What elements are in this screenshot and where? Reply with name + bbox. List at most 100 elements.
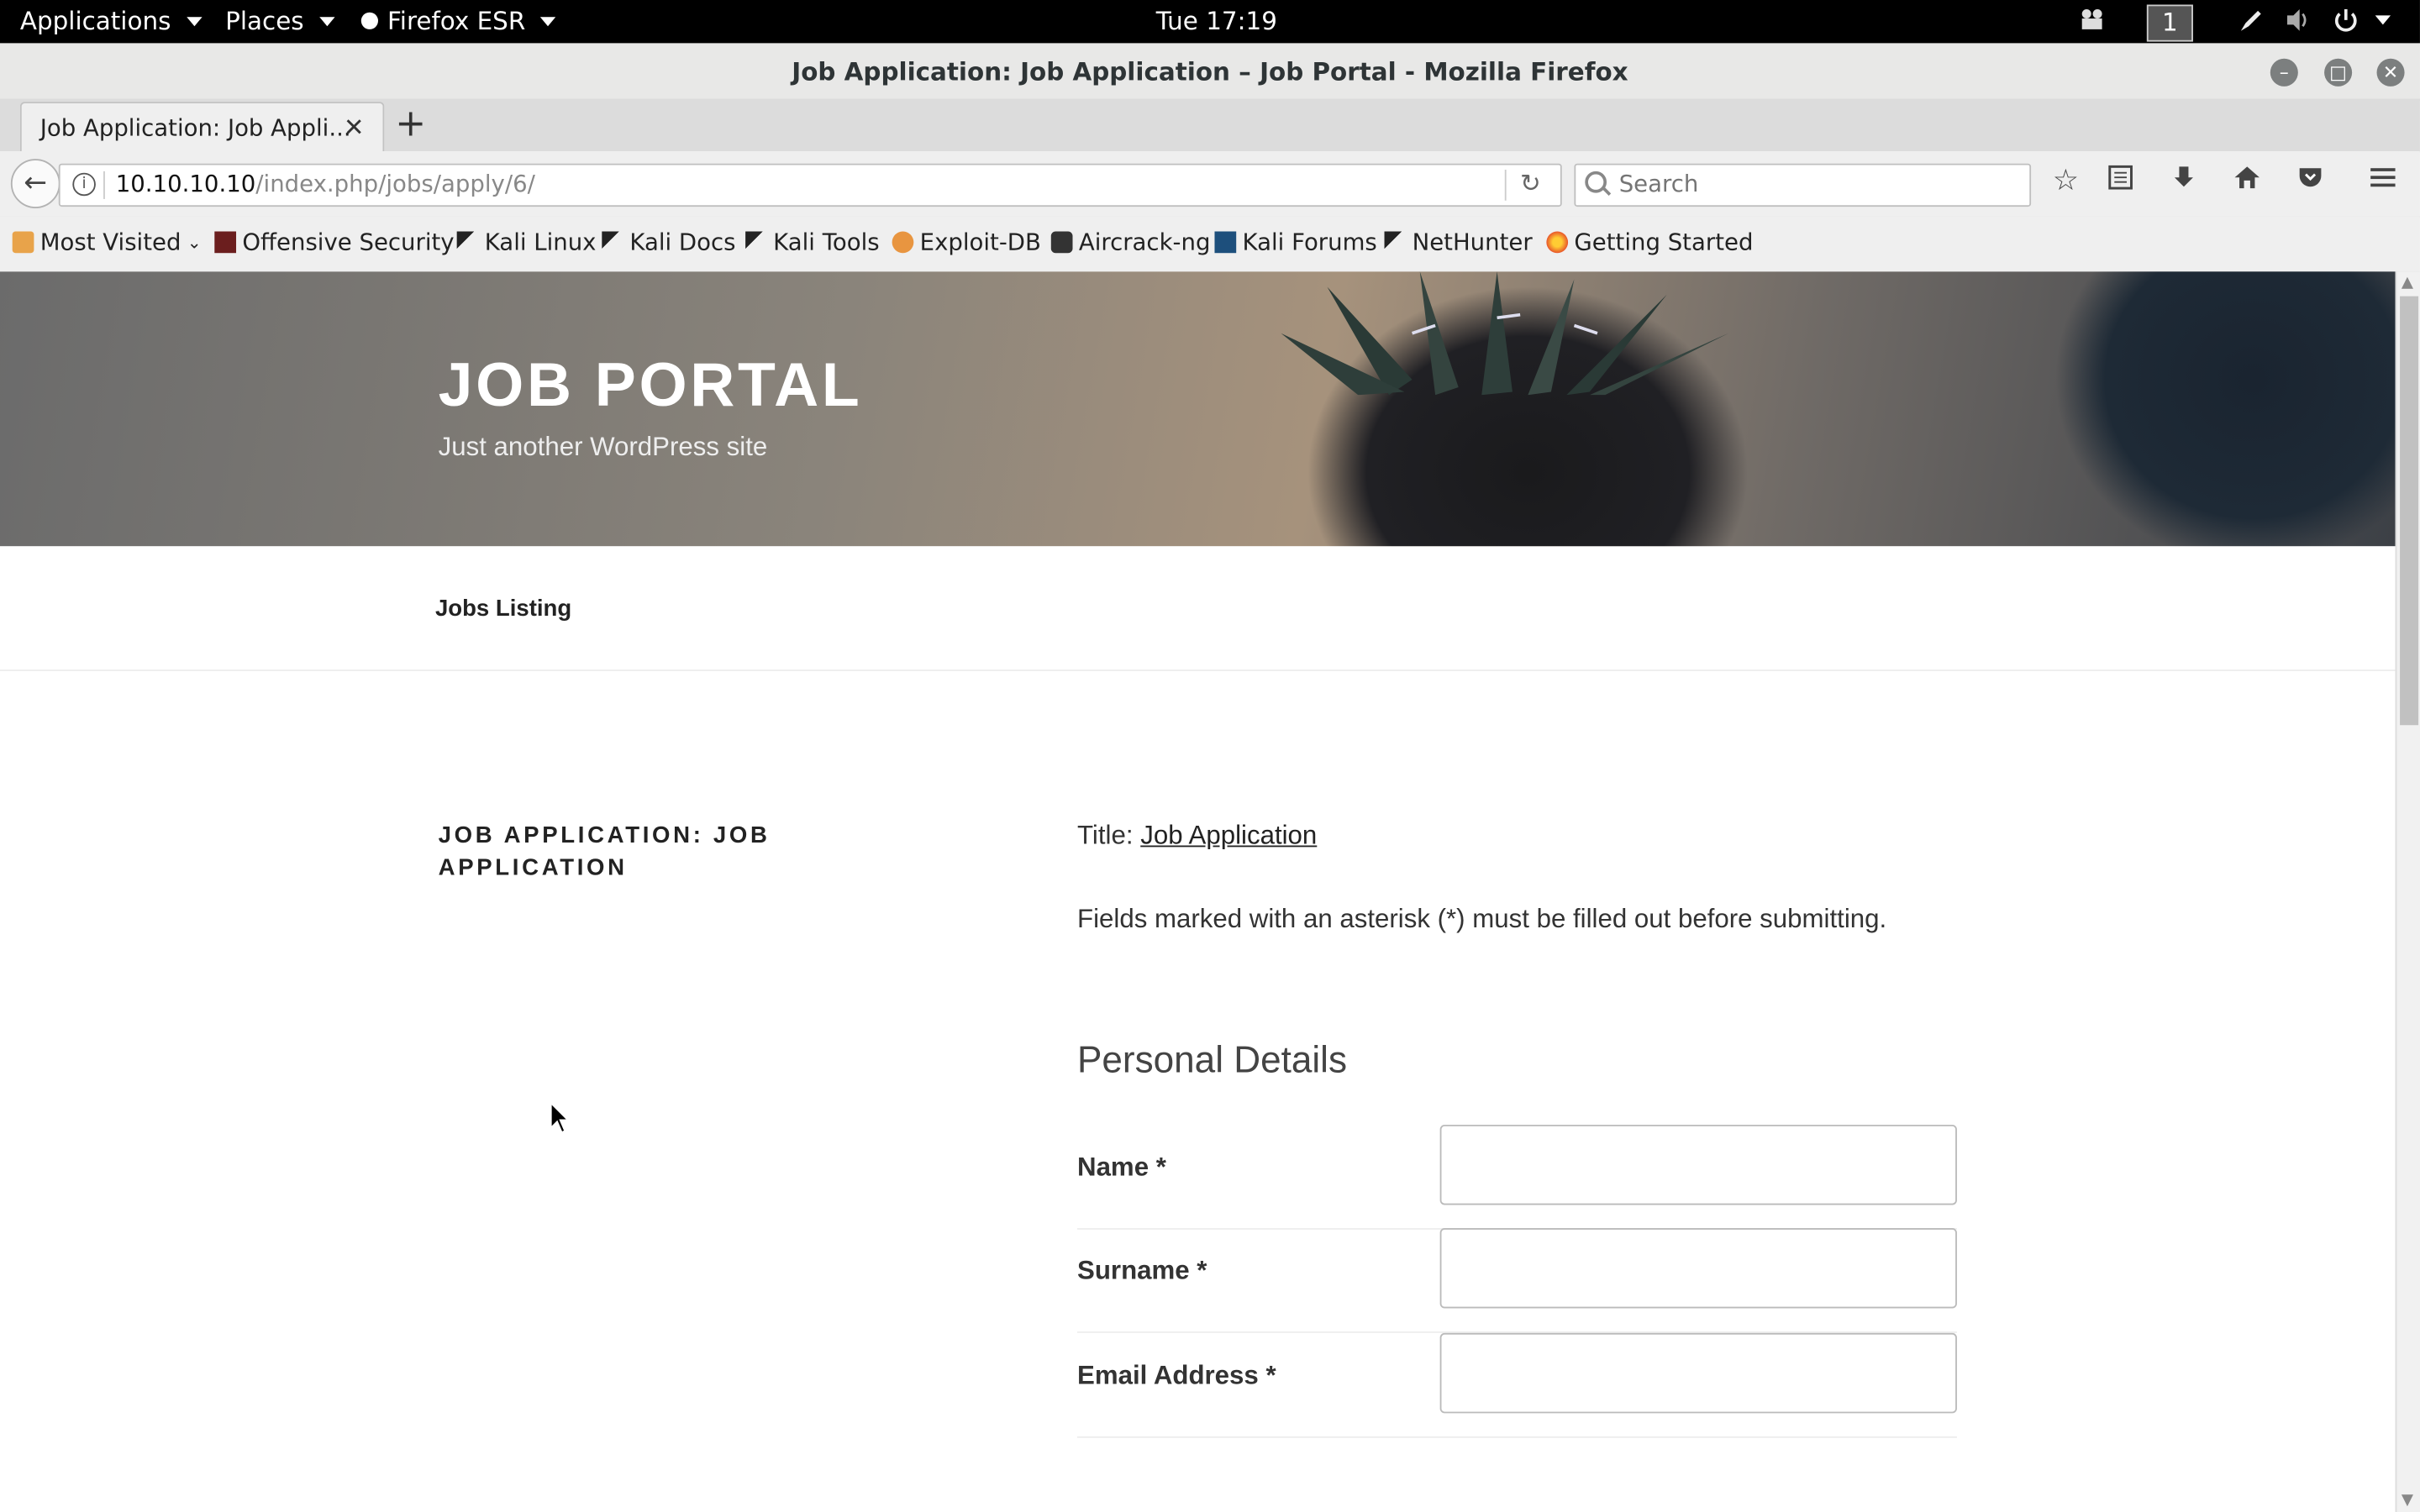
page-scrollbar[interactable]: ▲ ▼ <box>2395 271 2420 1512</box>
bookmark-label: Most Visited <box>39 228 182 256</box>
bookmark-offensive-security[interactable]: Offensive Security <box>214 228 455 256</box>
url-path: /index.php/jobs/apply/6/ <box>255 170 535 198</box>
bookmark-kali-linux[interactable]: Kali Linux <box>456 228 597 256</box>
surname-label: Surname * <box>1077 1256 1207 1285</box>
search-bar[interactable] <box>1574 163 2032 207</box>
chevron-down-icon <box>186 16 203 26</box>
clock-label: Tue 17:19 <box>1155 6 1277 36</box>
chevron-down-icon: ⌄ <box>187 232 202 253</box>
surname-field[interactable] <box>1439 1228 1957 1309</box>
exploitdb-icon <box>892 231 914 254</box>
offsec-icon <box>214 231 237 254</box>
firefox-small-icon <box>360 12 378 29</box>
bookmark-label: Kali Tools <box>773 228 880 256</box>
email-label: Email Address * <box>1077 1360 1276 1390</box>
mouse-cursor <box>550 1101 571 1134</box>
kali-icon <box>1384 231 1407 254</box>
volume-icon[interactable] <box>2284 6 2312 34</box>
window-title: Job Application: Job Application – Job P… <box>792 56 1628 87</box>
scroll-up-icon[interactable]: ▲ <box>2402 275 2413 291</box>
bookmark-aircrack-ng[interactable]: Aircrack-ng <box>1050 228 1211 256</box>
bookmark-nethunter[interactable]: NetHunter <box>1384 228 1533 256</box>
tab-title: Job Application: Job Appli... <box>39 113 351 142</box>
scroll-down-icon[interactable]: ▼ <box>2402 1492 2413 1509</box>
maximize-button[interactable]: □ <box>2324 58 2353 87</box>
bookmark-label: Aircrack-ng <box>1078 228 1211 256</box>
clock[interactable]: Tue 17:19 <box>1156 6 1277 35</box>
bookmark-kali-docs[interactable]: Kali Docs <box>602 228 736 256</box>
pen-icon[interactable] <box>2238 6 2265 34</box>
tab-strip: Job Application: Job Appli... ✕ + <box>0 98 2420 153</box>
applications-menu[interactable]: Applications <box>19 6 203 36</box>
nav-jobs-listing[interactable]: Jobs Listing <box>435 596 571 622</box>
site-description: Just another WordPress site <box>438 432 768 462</box>
search-input[interactable] <box>1616 168 2023 199</box>
email-field[interactable] <box>1439 1332 1957 1414</box>
chevron-down-icon <box>2375 15 2391 25</box>
name-field[interactable] <box>1439 1124 1957 1205</box>
form-row-surname: Surname * <box>1077 1228 1957 1333</box>
aircrack-icon <box>1050 231 1073 254</box>
video-icon[interactable] <box>2077 6 2108 30</box>
new-tab-button[interactable]: + <box>395 102 426 144</box>
kali-icon <box>602 231 624 254</box>
close-tab-icon[interactable]: ✕ <box>344 113 365 142</box>
chevron-down-icon <box>318 16 335 26</box>
power-menu[interactable] <box>2332 6 2391 34</box>
bookmark-kali-forums[interactable]: Kali Forums <box>1214 228 1377 256</box>
header-image: JOB PORTAL Just another WordPress site <box>0 271 2396 547</box>
kali-forums-icon <box>1214 231 1237 254</box>
bookmark-label: Exploit-DB <box>919 228 1041 256</box>
reload-divider <box>1504 170 1507 201</box>
minimize-button[interactable]: – <box>2270 58 2298 87</box>
close-window-button[interactable]: ✕ <box>2376 58 2405 87</box>
kali-icon <box>456 231 479 254</box>
firefox-app-menu[interactable]: Firefox ESR <box>360 6 556 36</box>
download-icon[interactable] <box>2170 164 2197 199</box>
job-title-link[interactable]: Job Application <box>1140 821 1317 850</box>
bookmark-exploit-db[interactable]: Exploit-DB <box>892 228 1041 256</box>
url-divider <box>103 171 105 199</box>
title-prefix: Title: <box>1077 821 1134 851</box>
bookmark-getting-started[interactable]: Getting Started <box>1546 228 1753 256</box>
power-icon <box>2335 9 2357 32</box>
firefox-icon <box>1546 231 1569 254</box>
application-form: Title: Job Application Fields marked wit… <box>1077 821 1957 1438</box>
section-heading: Personal Details <box>1077 1039 1347 1082</box>
bookmark-kali-tools[interactable]: Kali Tools <box>745 228 880 256</box>
home-icon[interactable] <box>2233 164 2261 199</box>
tab-job-application[interactable]: Job Application: Job Appli... ✕ <box>19 102 385 153</box>
reload-icon[interactable]: ↻ <box>1520 168 1541 197</box>
bookmark-star-icon[interactable]: ☆ <box>2053 164 2079 197</box>
pocket-icon[interactable] <box>2296 164 2324 199</box>
chevron-down-icon <box>540 16 556 26</box>
url-text[interactable]: 10.10.10.10/index.php/jobs/apply/6/ <box>116 170 535 197</box>
page-viewport: JOB PORTAL Just another WordPress site J… <box>0 271 2396 1512</box>
url-bar[interactable]: i 10.10.10.10/index.php/jobs/apply/6/ ↻ <box>58 163 1562 207</box>
applications-label: Applications <box>19 6 171 36</box>
places-label: Places <box>225 6 304 36</box>
form-row-email: Email Address * <box>1077 1332 1957 1438</box>
url-host: 10.10.10.10 <box>115 170 256 198</box>
form-row-name: Name * <box>1077 1124 1957 1230</box>
back-button[interactable]: ← <box>10 159 60 208</box>
bookmark-most-visited[interactable]: Most Visited ⌄ <box>12 228 202 256</box>
info-icon[interactable]: i <box>72 172 96 197</box>
hamburger-menu-icon[interactable] <box>2369 164 2396 199</box>
reading-list-icon[interactable] <box>2107 164 2134 199</box>
bookmark-label: NetHunter <box>1412 228 1533 256</box>
window-titlebar[interactable]: Job Application: Job Application – Job P… <box>0 43 2420 101</box>
places-menu[interactable]: Places <box>225 6 335 36</box>
kali-icon <box>745 231 767 254</box>
firefox-app-label: Firefox ESR <box>387 6 526 36</box>
workspace-indicator[interactable]: 1 <box>2146 4 2193 42</box>
bookmark-label: Getting Started <box>1574 228 1754 256</box>
job-title-line: Title: Job Application <box>1077 821 1957 852</box>
bookmarks-bar: Most Visited ⌄ Offensive Security Kali L… <box>0 216 2420 274</box>
plant-image <box>1281 271 1729 396</box>
scroll-thumb[interactable] <box>2400 296 2419 726</box>
bookmark-label: Kali Forums <box>1242 228 1377 256</box>
site-title[interactable]: JOB PORTAL <box>439 352 863 422</box>
bookmark-label: Kali Docs <box>629 228 736 256</box>
bookmark-label: Kali Linux <box>484 228 597 256</box>
